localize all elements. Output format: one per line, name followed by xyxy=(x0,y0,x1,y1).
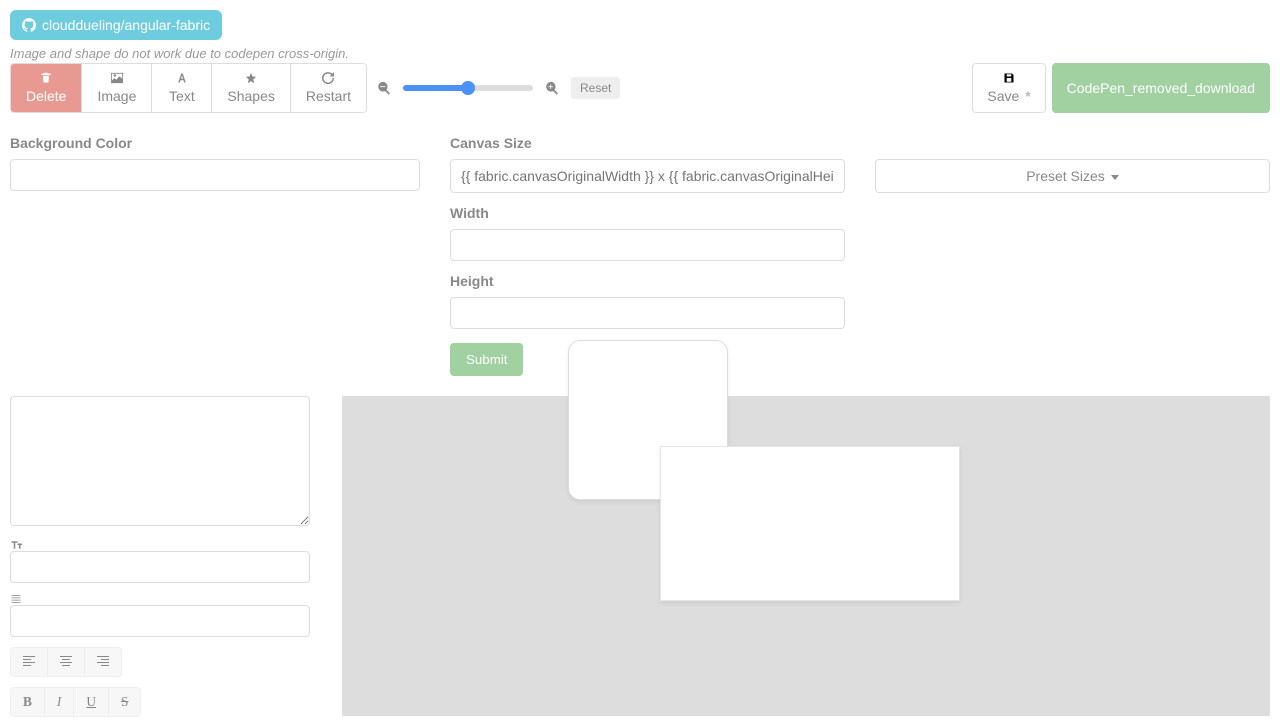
zoom-controls: Reset xyxy=(377,77,620,99)
preset-sizes-label: Preset Sizes xyxy=(1026,168,1105,184)
restart-button[interactable]: Restart xyxy=(290,64,366,112)
toolbar-segment: Delete Image Text Shapes Restart xyxy=(10,63,367,113)
delete-button[interactable]: Delete xyxy=(11,64,81,112)
font-icon xyxy=(176,72,188,84)
canvas-area[interactable] xyxy=(342,396,1270,716)
font-size-label xyxy=(10,539,310,551)
image-icon xyxy=(110,72,124,84)
save-icon xyxy=(1003,72,1015,84)
font-size-input[interactable] xyxy=(10,551,310,583)
star-icon xyxy=(245,72,257,84)
width-label: Width xyxy=(450,205,845,221)
line-height-icon xyxy=(10,593,22,605)
shapes-button[interactable]: Shapes xyxy=(211,64,289,112)
canvas-shape-rect[interactable] xyxy=(660,446,960,601)
refresh-icon xyxy=(322,72,334,84)
bg-color-input[interactable] xyxy=(10,159,420,191)
align-right-button[interactable] xyxy=(84,648,121,676)
text-label: Text xyxy=(169,88,195,104)
width-input[interactable] xyxy=(450,229,845,261)
trash-icon xyxy=(40,72,52,84)
note-text: Image and shape do not work due to codep… xyxy=(10,46,1270,61)
preset-sizes-dropdown[interactable]: Preset Sizes xyxy=(875,159,1270,193)
underline-button[interactable]: U xyxy=(73,688,108,716)
style-group: B I U S xyxy=(10,687,141,717)
zoom-out-icon[interactable] xyxy=(377,81,391,95)
align-left-button[interactable] xyxy=(11,648,47,676)
align-center-button[interactable] xyxy=(47,648,84,676)
zoom-slider[interactable] xyxy=(403,85,533,91)
zoom-in-icon[interactable] xyxy=(545,81,559,95)
save-button[interactable]: Save * xyxy=(972,63,1045,113)
align-group xyxy=(10,647,122,677)
align-right-icon xyxy=(97,656,109,666)
bold-button[interactable]: B xyxy=(11,688,44,716)
canvas-size-panel: Canvas Size Preset Sizes Width Height Su… xyxy=(450,135,1270,376)
italic-button[interactable]: I xyxy=(44,688,73,716)
zoom-reset-button[interactable]: Reset xyxy=(571,77,620,99)
text-content-textarea[interactable] xyxy=(10,396,310,526)
canvas-size-display[interactable] xyxy=(450,159,845,193)
download-label: CodePen_removed_download xyxy=(1067,80,1255,96)
save-label: Save * xyxy=(987,88,1030,104)
github-icon xyxy=(22,18,36,32)
align-center-icon xyxy=(60,656,72,666)
line-height-input[interactable] xyxy=(10,605,310,637)
restart-label: Restart xyxy=(306,88,351,104)
bg-color-label: Background Color xyxy=(10,135,420,151)
submit-button[interactable]: Submit xyxy=(450,343,523,376)
strikethrough-button[interactable]: S xyxy=(108,688,140,716)
align-left-icon xyxy=(23,656,35,666)
download-button[interactable]: CodePen_removed_download xyxy=(1052,63,1270,113)
image-button[interactable]: Image xyxy=(81,64,151,112)
github-label: clouddueling/angular-fabric xyxy=(42,17,210,33)
shapes-label: Shapes xyxy=(227,88,274,104)
delete-label: Delete xyxy=(26,88,66,104)
height-input[interactable] xyxy=(450,297,845,329)
image-label: Image xyxy=(97,88,136,104)
height-label: Height xyxy=(450,273,845,289)
line-height-label xyxy=(10,593,310,605)
text-editor-panel: B I U S xyxy=(10,396,310,717)
text-button[interactable]: Text xyxy=(151,64,211,112)
bg-color-panel: Background Color xyxy=(10,135,420,376)
github-link[interactable]: clouddueling/angular-fabric xyxy=(10,10,222,40)
canvas-size-label: Canvas Size xyxy=(450,135,1270,151)
text-size-icon xyxy=(10,539,22,551)
caret-down-icon xyxy=(1111,175,1119,180)
